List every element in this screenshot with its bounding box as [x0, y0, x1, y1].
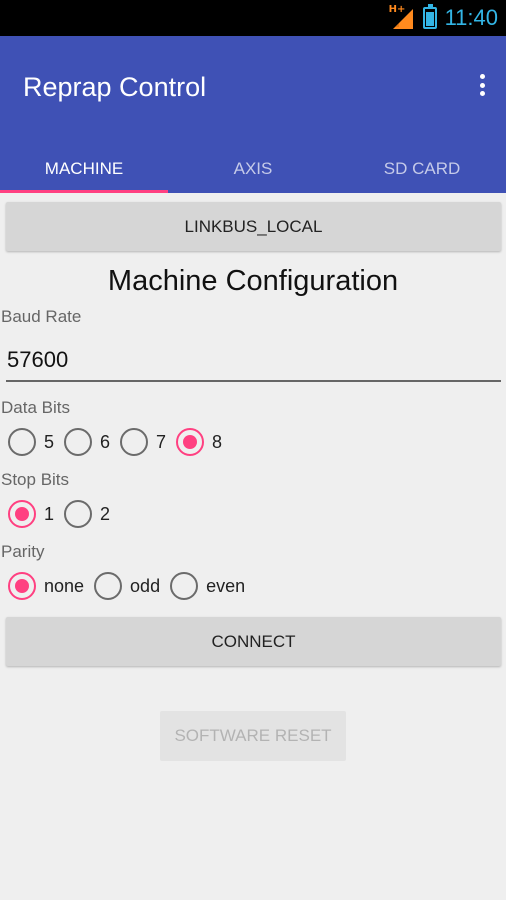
- parity-label: Parity: [1, 542, 45, 561]
- radio-unchecked-icon: [170, 572, 199, 600]
- software-reset-button[interactable]: SOFTWARE RESET: [160, 711, 346, 761]
- baud-rate-input[interactable]: [6, 340, 501, 382]
- data-bits-label: Data Bits: [1, 398, 70, 417]
- data-bits-8-radio[interactable]: 8: [176, 428, 222, 456]
- app-title: Reprap Control: [23, 72, 207, 102]
- linkbus-button[interactable]: LINKBUS_LOCAL: [6, 202, 501, 251]
- radio-unchecked-icon: [8, 428, 36, 456]
- radio-checked-icon: [8, 572, 36, 600]
- more-vert-icon[interactable]: [472, 72, 492, 98]
- stop-bits-label: Stop Bits: [1, 470, 70, 489]
- parity-odd-radio[interactable]: odd: [94, 572, 160, 600]
- software-reset-button-label: SOFTWARE RESET: [174, 726, 332, 745]
- network-type: H+: [388, 4, 406, 15]
- linkbus-button-label: LINKBUS_LOCAL: [184, 216, 323, 236]
- tab-axis[interactable]: AXIS: [169, 144, 337, 193]
- radio-unchecked-icon: [120, 428, 149, 456]
- parity-group: none odd even: [8, 571, 255, 601]
- page-title: Machine Configuration: [107, 265, 399, 297]
- data-bits-group: 5 6 7 8: [8, 427, 232, 457]
- parity-none-radio[interactable]: none: [8, 572, 84, 600]
- radio-checked-icon: [8, 500, 36, 528]
- app-bar: Reprap Control MACHINE AXIS SD CARD: [0, 36, 506, 193]
- tab-machine[interactable]: MACHINE: [0, 144, 168, 193]
- radio-unchecked-icon: [94, 572, 123, 600]
- clock: 11:40: [444, 5, 498, 30]
- connect-button[interactable]: CONNECT: [6, 617, 501, 666]
- parity-even-radio[interactable]: even: [170, 572, 245, 600]
- status-bar: H+ 11:40: [0, 0, 506, 36]
- radio-checked-icon: [176, 428, 205, 456]
- battery-icon: [422, 4, 437, 29]
- data-bits-6-radio[interactable]: 6: [64, 428, 110, 456]
- radio-unchecked-icon: [64, 428, 93, 456]
- tab-indicator: [0, 190, 168, 193]
- stop-bits-group: 1 2: [8, 499, 120, 529]
- radio-unchecked-icon: [64, 500, 93, 528]
- stop-bits-2-radio[interactable]: 2: [64, 500, 110, 528]
- status-icons: H+ 11:40: [389, 0, 498, 36]
- baud-rate-label: Baud Rate: [1, 307, 82, 326]
- tab-sd-card[interactable]: SD CARD: [338, 144, 506, 193]
- data-bits-7-radio[interactable]: 7: [120, 428, 166, 456]
- signal-icon: H+: [388, 4, 415, 31]
- connect-button-label: CONNECT: [211, 631, 296, 651]
- data-bits-5-radio[interactable]: 5: [8, 428, 54, 456]
- stop-bits-1-radio[interactable]: 1: [8, 500, 54, 528]
